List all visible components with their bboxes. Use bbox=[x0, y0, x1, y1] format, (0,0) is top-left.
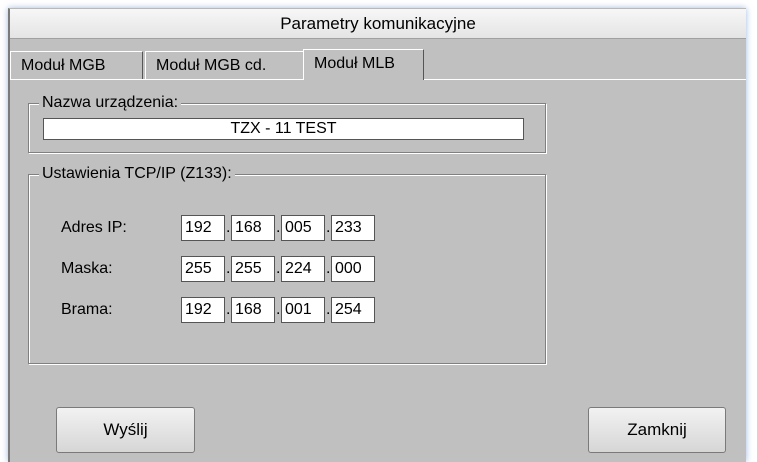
octet-separator: . bbox=[276, 301, 281, 318]
octet-separator: . bbox=[226, 301, 231, 318]
tab-modul-mlb[interactable]: Moduł MLB bbox=[303, 49, 424, 80]
ip-address-octet-1[interactable]: 192 bbox=[181, 215, 225, 241]
gateway-octet-1[interactable]: 192 bbox=[181, 297, 225, 323]
gateway-octet-4[interactable]: 254 bbox=[331, 297, 375, 323]
tcp-settings-group: Ustawienia TCP/IP (Z133): Adres IP: 192 … bbox=[28, 165, 546, 364]
tab-modul-mgb-cd[interactable]: Moduł MGB cd. bbox=[145, 51, 305, 79]
octet-separator: . bbox=[226, 260, 231, 277]
gateway-octet-3[interactable]: 001 bbox=[281, 297, 325, 323]
mask-octet-3[interactable]: 224 bbox=[281, 256, 325, 282]
octet-separator: . bbox=[276, 219, 281, 236]
gateway-octet-2[interactable]: 168 bbox=[231, 297, 275, 323]
octet-separator: . bbox=[226, 219, 231, 236]
octet-separator: . bbox=[326, 219, 331, 236]
gateway-label: Brama: bbox=[61, 301, 113, 318]
ip-address-octet-2[interactable]: 168 bbox=[231, 215, 275, 241]
dialog-window: Parametry komunikacyjne Moduł MGB Moduł … bbox=[8, 8, 746, 462]
send-button[interactable]: Wyślij bbox=[56, 407, 195, 453]
close-button[interactable]: Zamknij bbox=[588, 407, 726, 453]
mask-label: Maska: bbox=[61, 260, 113, 277]
device-name-group: Nazwa urządzenia: TZX - 11 TEST bbox=[28, 94, 546, 153]
tcp-settings-legend: Ustawienia TCP/IP (Z133): bbox=[39, 165, 235, 183]
device-name-legend: Nazwa urządzenia: bbox=[39, 94, 182, 112]
window-title: Parametry komunikacyjne bbox=[10, 9, 746, 39]
ip-address-octet-3[interactable]: 005 bbox=[281, 215, 325, 241]
ip-address-octet-4[interactable]: 233 bbox=[331, 215, 375, 241]
octet-separator: . bbox=[326, 260, 331, 277]
tab-modul-mgb[interactable]: Moduł MGB bbox=[10, 51, 143, 79]
ip-address-label: Adres IP: bbox=[61, 219, 127, 236]
mask-octet-4[interactable]: 000 bbox=[331, 256, 375, 282]
mask-octet-1[interactable]: 255 bbox=[181, 256, 225, 282]
octet-separator: . bbox=[276, 260, 281, 277]
device-name-input[interactable]: TZX - 11 TEST bbox=[43, 118, 524, 140]
octet-separator: . bbox=[326, 301, 331, 318]
tab-bar: Moduł MGB Moduł MGB cd. Moduł MLB bbox=[10, 39, 746, 80]
mask-octet-2[interactable]: 255 bbox=[231, 256, 275, 282]
